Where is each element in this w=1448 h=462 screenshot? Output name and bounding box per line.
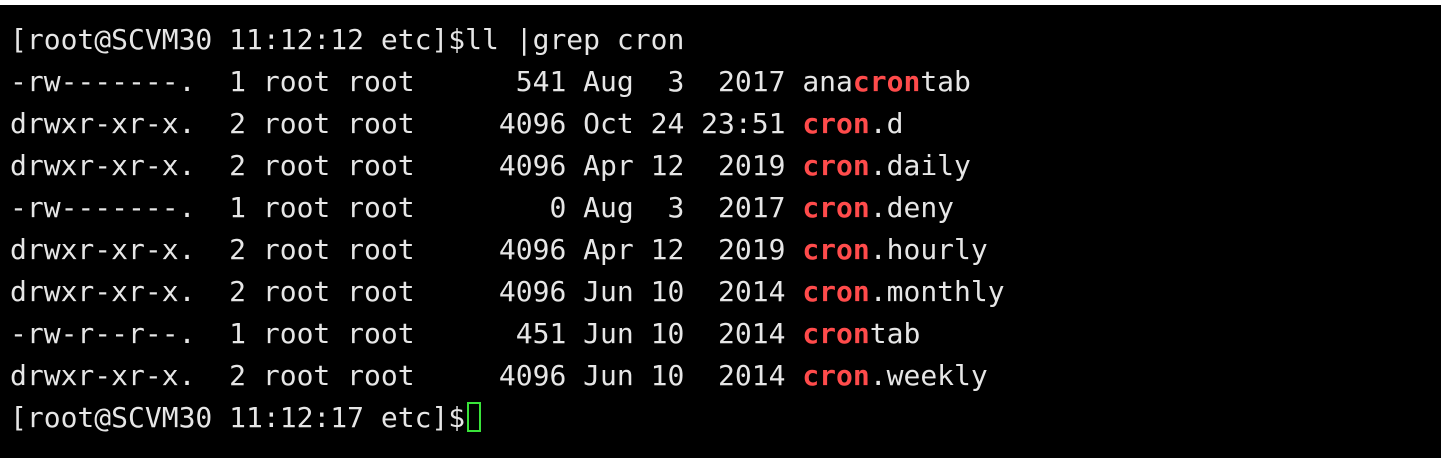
input-line[interactable]: [root@SCVM30 11:12:17 etc]$ — [10, 397, 1441, 439]
output-row: -rw-------. 1 root root 0 Aug 3 2017 cro… — [10, 187, 1441, 229]
output-row: drwxr-xr-x. 2 root root 4096 Apr 12 2019… — [10, 229, 1441, 271]
output-row: drwxr-xr-x. 2 root root 4096 Jun 10 2014… — [10, 271, 1441, 313]
output-row: drwxr-xr-x. 2 root root 4096 Oct 24 23:5… — [10, 103, 1441, 145]
grep-match: cron — [802, 275, 870, 308]
file-name: cron.weekly — [802, 359, 988, 392]
file-name: crontab — [802, 317, 921, 350]
file-meta: -rw-------. 1 root root 0 Aug 3 2017 — [10, 191, 803, 224]
file-meta: drwxr-xr-x. 2 root root 4096 Jun 10 2014 — [10, 359, 803, 392]
file-meta: -rw-------. 1 root root 541 Aug 3 2017 — [10, 65, 803, 98]
grep-match: cron — [802, 317, 870, 350]
grep-match: cron — [802, 359, 870, 392]
file-name: anacrontab — [802, 65, 971, 98]
grep-match: cron — [802, 233, 870, 266]
output-row: -rw-------. 1 root root 541 Aug 3 2017 a… — [10, 61, 1441, 103]
file-meta: -rw-r--r--. 1 root root 451 Jun 10 2014 — [10, 317, 803, 350]
output-row: -rw-r--r--. 1 root root 451 Jun 10 2014 … — [10, 313, 1441, 355]
grep-match: cron — [802, 107, 870, 140]
file-meta: drwxr-xr-x. 2 root root 4096 Oct 24 23:5… — [10, 107, 803, 140]
output-row: drwxr-xr-x. 2 root root 4096 Jun 10 2014… — [10, 355, 1441, 397]
file-meta: drwxr-xr-x. 2 root root 4096 Jun 10 2014 — [10, 275, 803, 308]
terminal-window[interactable]: [root@SCVM30 11:12:12 etc]$ll |grep cron… — [0, 5, 1441, 458]
grep-match: cron — [802, 191, 870, 224]
command-line: [root@SCVM30 11:12:12 etc]$ll |grep cron — [10, 19, 1441, 61]
shell-prompt: [root@SCVM30 11:12:17 etc]$ — [10, 401, 466, 434]
output-list: -rw-------. 1 root root 541 Aug 3 2017 a… — [10, 61, 1441, 397]
output-row: drwxr-xr-x. 2 root root 4096 Apr 12 2019… — [10, 145, 1441, 187]
file-name: cron.d — [802, 107, 904, 140]
grep-match: cron — [852, 65, 921, 98]
text-cursor[interactable] — [467, 402, 482, 432]
grep-match: cron — [802, 149, 870, 182]
shell-prompt: [root@SCVM30 11:12:12 etc]$ — [10, 23, 466, 56]
file-name: cron.monthly — [802, 275, 1005, 308]
file-name: cron.deny — [802, 191, 955, 224]
command-text: ll |grep cron — [465, 23, 685, 56]
file-name: cron.daily — [802, 149, 971, 182]
file-meta: drwxr-xr-x. 2 root root 4096 Apr 12 2019 — [10, 149, 803, 182]
file-meta: drwxr-xr-x. 2 root root 4096 Apr 12 2019 — [10, 233, 803, 266]
file-name: cron.hourly — [802, 233, 988, 266]
